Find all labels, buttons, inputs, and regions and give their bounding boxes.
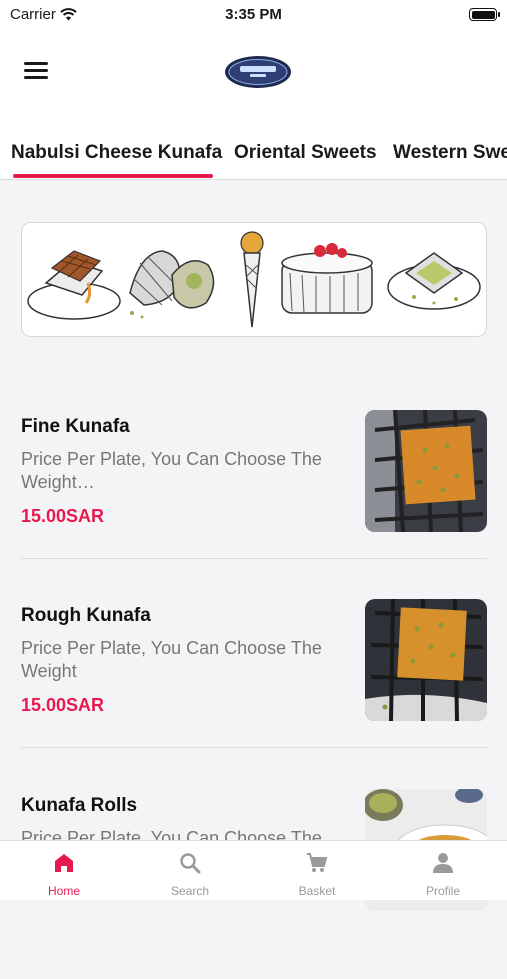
product-name: Kunafa Rolls bbox=[21, 795, 138, 816]
battery-icon bbox=[469, 8, 500, 21]
croissant-icon bbox=[129, 250, 215, 319]
divider bbox=[21, 747, 487, 748]
kunafa-plate-icon bbox=[387, 252, 481, 310]
product-item-rough-kunafa[interactable]: Rough Kunafa Price Per Plate, You Can Ch… bbox=[0, 599, 507, 789]
product-name: Fine Kunafa bbox=[21, 416, 130, 437]
nav-home[interactable]: Home bbox=[1, 841, 127, 901]
product-description: Price Per Plate, You Can Choose The Weig… bbox=[21, 638, 322, 681]
tab-oriental-sweets[interactable]: Oriental Sweets bbox=[234, 142, 377, 164]
nav-label: Basket bbox=[298, 884, 336, 898]
product-price: 15.00SAR bbox=[21, 695, 105, 715]
app-header bbox=[0, 30, 507, 116]
nav-basket[interactable]: Basket bbox=[254, 841, 380, 901]
divider bbox=[21, 558, 487, 559]
home-icon bbox=[55, 854, 73, 872]
nav-label: Profile bbox=[425, 884, 460, 898]
product-description: Price Per Plate, You Can Choose The Weig… bbox=[21, 449, 322, 492]
bottom-navigation: Home Search Basket Profile bbox=[0, 840, 507, 900]
nav-label: Search bbox=[170, 884, 210, 898]
status-bar: Carrier 3:35 PM bbox=[0, 0, 507, 30]
hamburger-menu-icon[interactable] bbox=[24, 62, 48, 82]
ice-cream-cone-icon bbox=[240, 231, 264, 328]
search-icon bbox=[180, 853, 201, 874]
clock: 3:35 PM bbox=[225, 6, 282, 23]
nav-profile[interactable]: Profile bbox=[380, 841, 506, 901]
tab-nabulsi-cheese-kunafa[interactable]: Nabulsi Cheese Kunafa bbox=[11, 142, 222, 164]
product-image bbox=[365, 410, 487, 532]
brand-logo[interactable] bbox=[224, 55, 292, 89]
cart-icon bbox=[307, 853, 328, 872]
active-tab-indicator bbox=[13, 174, 213, 178]
sweets-banner[interactable] bbox=[21, 222, 487, 337]
waffle-icon bbox=[27, 250, 121, 320]
profile-icon bbox=[433, 853, 453, 873]
category-tabs: Nabulsi Cheese Kunafa Oriental Sweets We… bbox=[0, 116, 507, 180]
product-image bbox=[365, 599, 487, 721]
nav-label: Home bbox=[47, 884, 80, 898]
cake-icon bbox=[281, 243, 373, 314]
product-item-fine-kunafa[interactable]: Fine Kunafa Price Per Plate, You Can Cho… bbox=[0, 410, 507, 600]
product-price: 15.00SAR bbox=[21, 506, 105, 526]
product-name: Rough Kunafa bbox=[21, 605, 151, 626]
tab-western-sweets[interactable]: Western Swe bbox=[393, 142, 507, 164]
nav-search[interactable]: Search bbox=[127, 841, 253, 901]
